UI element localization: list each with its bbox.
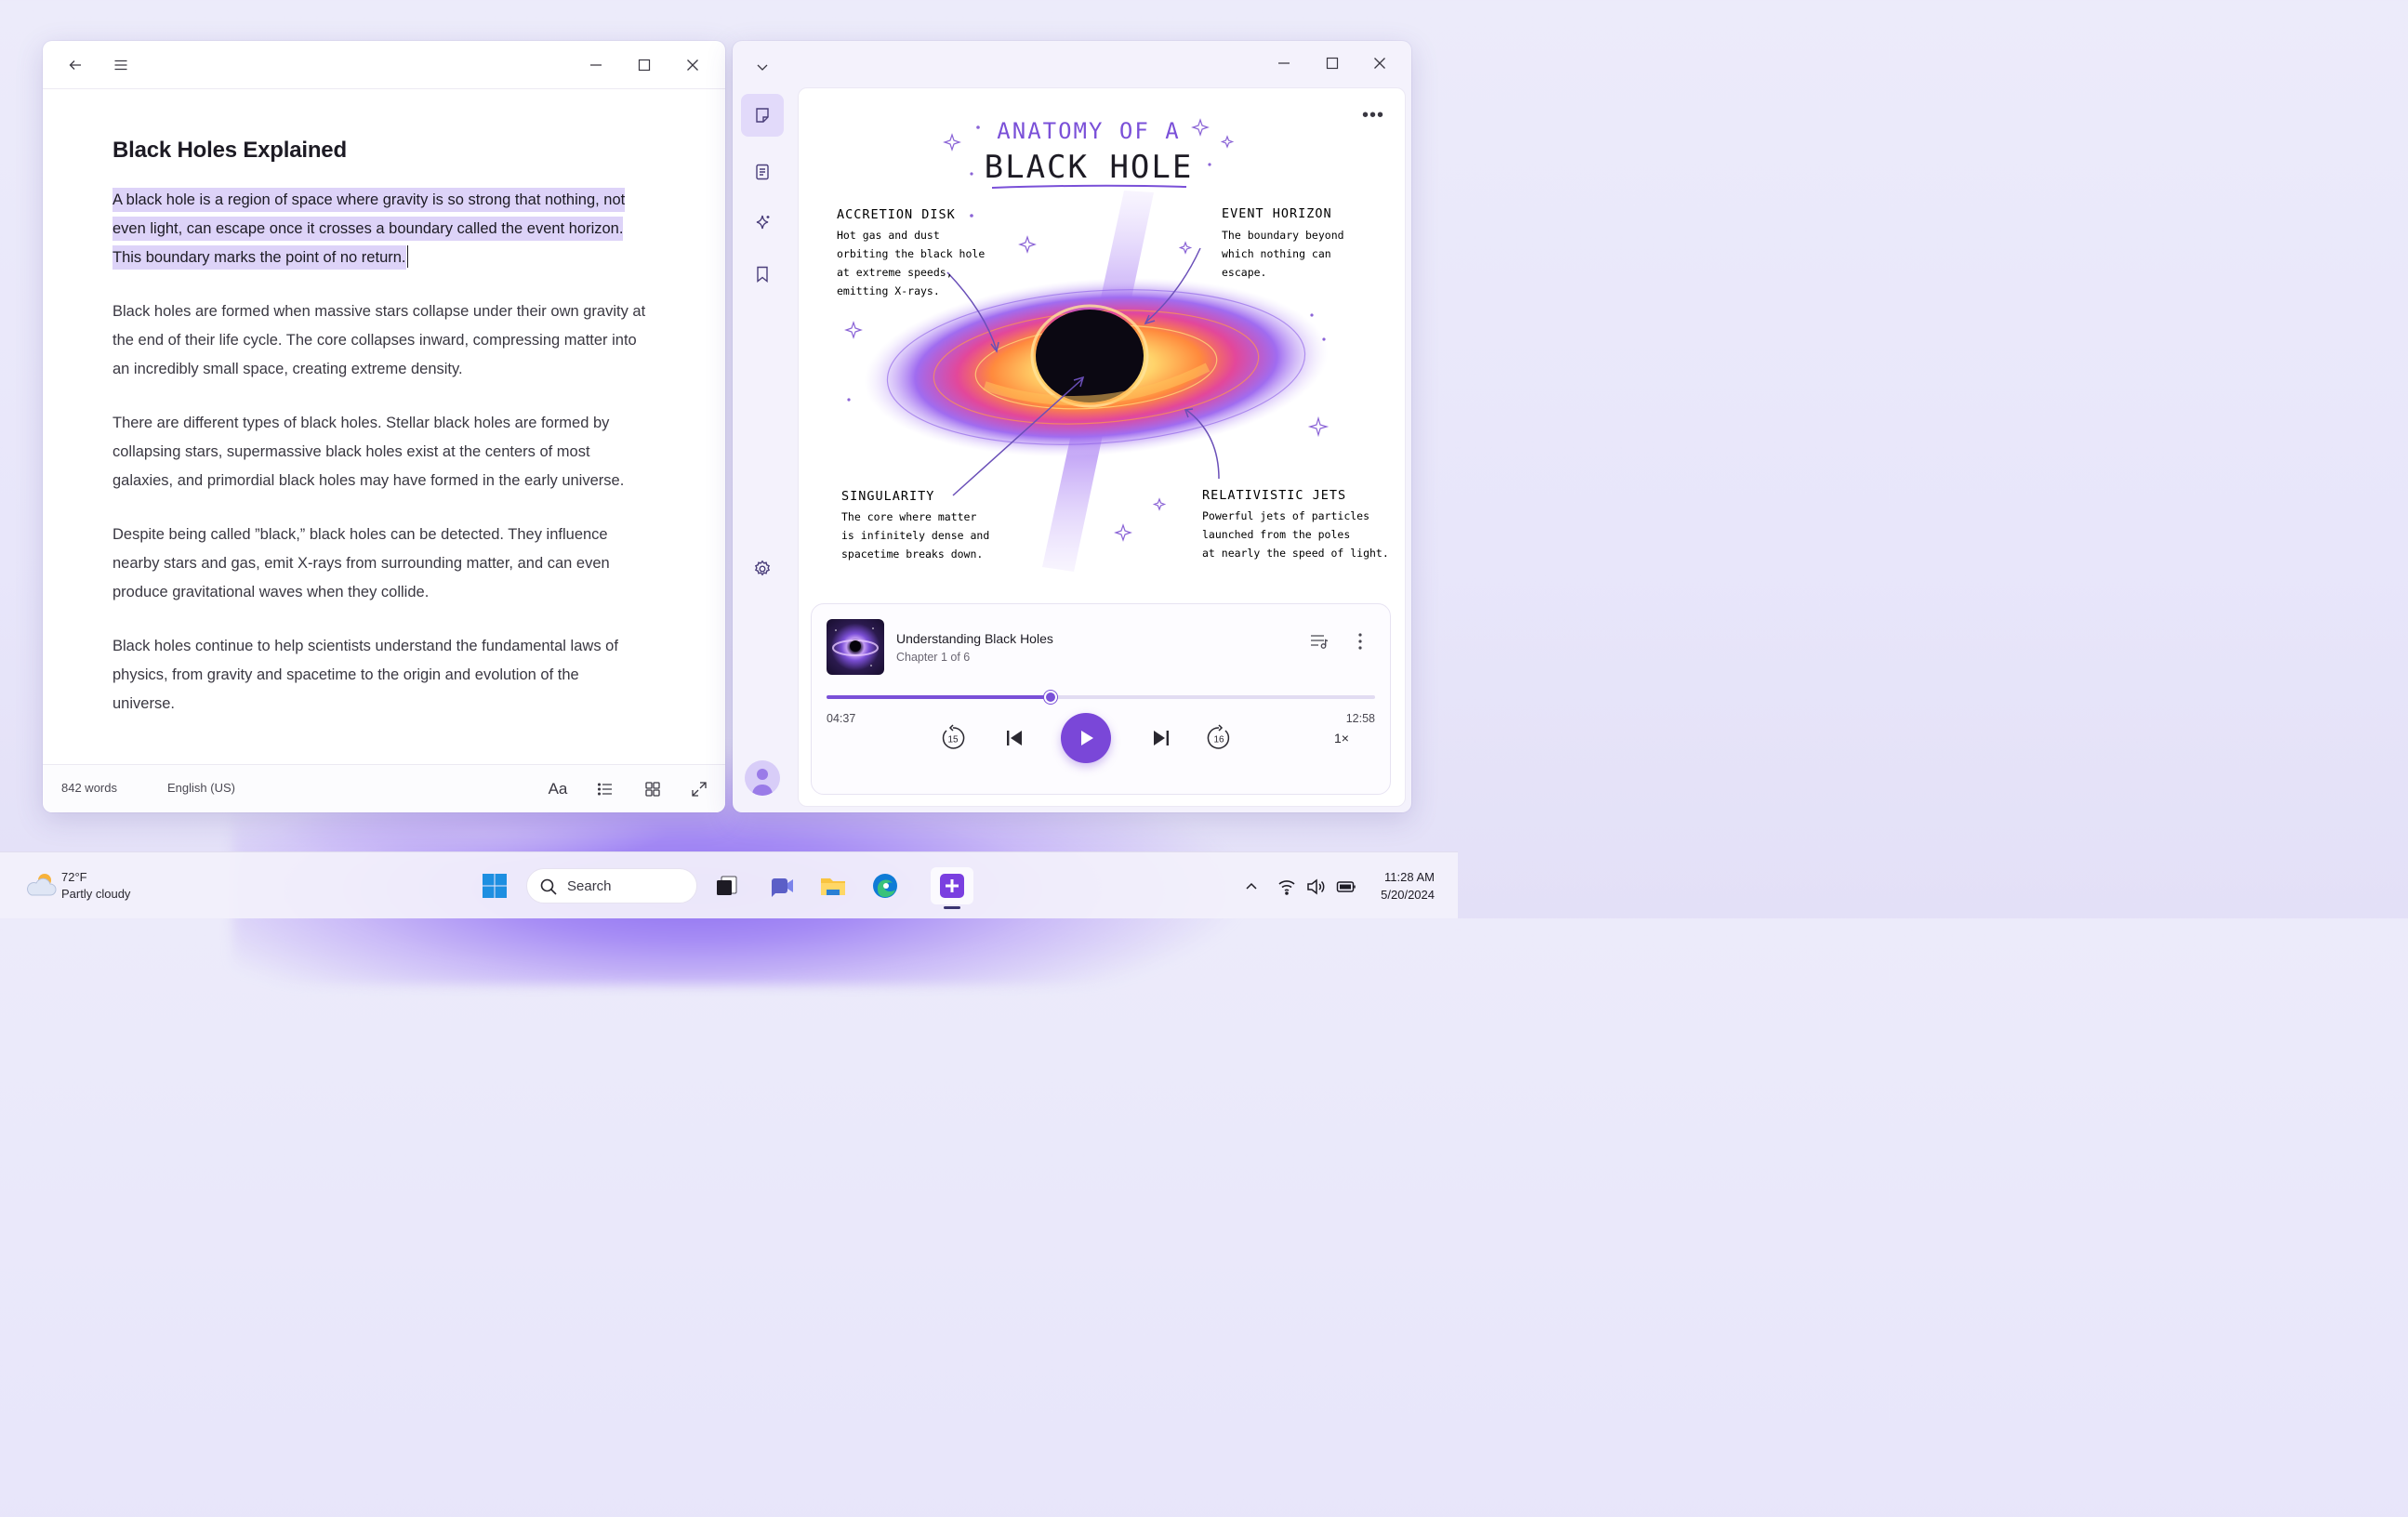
document-icon[interactable]	[741, 151, 784, 193]
next-icon[interactable]	[1146, 723, 1176, 753]
label-line: Powerful jets of particles	[1202, 509, 1369, 522]
progress-handle[interactable]	[1043, 691, 1057, 704]
more-vertical-icon[interactable]	[1349, 630, 1371, 653]
previous-icon[interactable]	[999, 723, 1029, 753]
label-heading-relativistic-jets: RELATIVISTIC JETS	[1202, 488, 1346, 503]
black-hole-illustration: ANATOMY OF A BLACK HOLE ACCRETION DISK H…	[837, 118, 1389, 572]
bookmark-icon[interactable]	[741, 253, 784, 296]
label-line: launched from the poles	[1202, 528, 1350, 541]
edge-browser-icon[interactable]	[867, 867, 904, 904]
settings-icon[interactable]	[741, 547, 784, 590]
windows-icon	[483, 874, 507, 898]
taskbar: 72°F Partly cloudy Search 11:28 AM 5/20/…	[0, 851, 1458, 918]
label-heading-singularity: SINGULARITY	[841, 489, 934, 504]
editor-titlebar	[43, 41, 725, 89]
close-icon[interactable]	[1366, 50, 1394, 76]
battery-icon[interactable]	[1336, 877, 1356, 897]
paragraph-types: There are different types of black holes…	[112, 415, 625, 489]
notes-icon[interactable]	[741, 94, 784, 137]
reader-sidebar	[733, 41, 792, 812]
label-line: emitting X-rays.	[837, 284, 940, 297]
label-line: orbiting the black hole	[837, 247, 985, 260]
clock-date: 5/20/2024	[1381, 888, 1435, 902]
playlist-icon[interactable]	[1308, 630, 1330, 653]
label-line: at nearly the speed of light.	[1202, 547, 1389, 560]
maximize-icon[interactable]	[630, 52, 658, 78]
selection-highlight: A black hole is a region of space where …	[112, 188, 626, 270]
search-label: Search	[567, 878, 612, 894]
active-app-indicator	[944, 906, 960, 909]
volume-icon[interactable]	[1305, 877, 1326, 897]
text-caret	[406, 245, 408, 268]
label-line: at extreme speeds,	[837, 266, 953, 279]
partly-cloudy-icon	[27, 874, 57, 896]
editor-window: Black Holes Explained A black hole is a …	[43, 41, 725, 812]
audio-player: Understanding Black Holes Chapter 1 of 6…	[811, 603, 1391, 795]
font-settings-button[interactable]: Aa	[546, 777, 570, 801]
label-line: The core where matter	[841, 510, 976, 523]
video-call-icon[interactable]	[763, 867, 800, 904]
reader-window: ••• ANATOMY OF A BLACK HOLE ACCRETION DI…	[733, 41, 1411, 812]
play-icon	[1081, 731, 1093, 745]
label-heading-event-horizon: EVENT HORIZON	[1222, 206, 1332, 221]
paragraph-conclusion: Black holes continue to help scientists …	[112, 638, 618, 712]
editor-statusbar: 842 words English (US) Aa	[43, 764, 725, 812]
sparkle-icon[interactable]	[741, 202, 784, 244]
word-count: 842 words	[61, 781, 117, 795]
menu-icon[interactable]	[107, 52, 135, 78]
expand-icon[interactable]	[687, 777, 711, 801]
chevron-up-icon[interactable]	[1241, 877, 1262, 897]
maximize-icon[interactable]	[1318, 50, 1346, 76]
chapter-label: Chapter 1 of 6	[896, 651, 971, 664]
paragraph-formation: Black holes are formed when massive star…	[112, 303, 646, 377]
progress-fill	[827, 695, 1051, 699]
document-title: Black Holes Explained	[112, 138, 347, 163]
label-heading-accretion-disk: ACCRETION DISK	[837, 207, 956, 222]
language-selector[interactable]: English (US)	[167, 781, 235, 795]
avatar[interactable]	[745, 760, 780, 796]
label-line: Hot gas and dust	[837, 229, 940, 242]
list-icon[interactable]	[593, 777, 617, 801]
selected-paragraph[interactable]: A black hole is a region of space where …	[112, 186, 633, 272]
audiobook-cover	[827, 619, 884, 675]
minimize-icon[interactable]	[1270, 50, 1298, 76]
label-line: The boundary beyond	[1222, 229, 1344, 242]
content-card: ••• ANATOMY OF A BLACK HOLE ACCRETION DI…	[798, 87, 1406, 807]
label-line: which nothing can	[1222, 247, 1331, 260]
label-line: is infinitely dense and	[841, 529, 989, 542]
elapsed-time: 04:37	[827, 712, 856, 725]
search-icon	[540, 878, 557, 895]
close-icon[interactable]	[679, 52, 707, 78]
audiobook-title: Understanding Black Holes	[896, 631, 1053, 646]
play-button[interactable]	[1061, 713, 1111, 763]
progress-slider[interactable]	[827, 691, 1375, 704]
forward-seconds: 16	[1213, 735, 1224, 745]
minimize-icon[interactable]	[582, 52, 610, 78]
illustration-title-line2: BLACK HOLE	[985, 149, 1194, 186]
forward-16-button[interactable]: 16	[1204, 723, 1234, 753]
illustration-title-line1: ANATOMY OF A	[997, 118, 1180, 144]
wifi-icon[interactable]	[1277, 877, 1297, 897]
file-explorer-icon[interactable]	[814, 867, 852, 904]
document-body[interactable]: Black Holes Explained A black hole is a …	[43, 89, 725, 719]
weather-widget[interactable]	[24, 869, 58, 905]
task-view-icon[interactable]	[708, 867, 746, 904]
clock-time: 11:28 AM	[1384, 870, 1435, 884]
rewind-seconds: 15	[947, 735, 959, 745]
back-arrow-icon[interactable]	[61, 52, 89, 78]
system-clock[interactable]: 11:28 AM 5/20/2024	[1381, 868, 1435, 904]
grid-icon[interactable]	[641, 777, 665, 801]
rewind-15-button[interactable]: 15	[938, 723, 968, 753]
weather-description: Partly cloudy	[61, 887, 131, 901]
start-button[interactable]	[476, 867, 513, 904]
weather-temperature: 72°F	[61, 870, 87, 884]
active-app-icon[interactable]	[931, 867, 973, 904]
playback-speed-button[interactable]: 1×	[1329, 723, 1355, 753]
label-line: spacetime breaks down.	[841, 547, 983, 561]
label-line: escape.	[1222, 266, 1266, 279]
paragraph-detection: Despite being called ”black,” black hole…	[112, 526, 610, 600]
search-box[interactable]: Search	[526, 868, 697, 904]
